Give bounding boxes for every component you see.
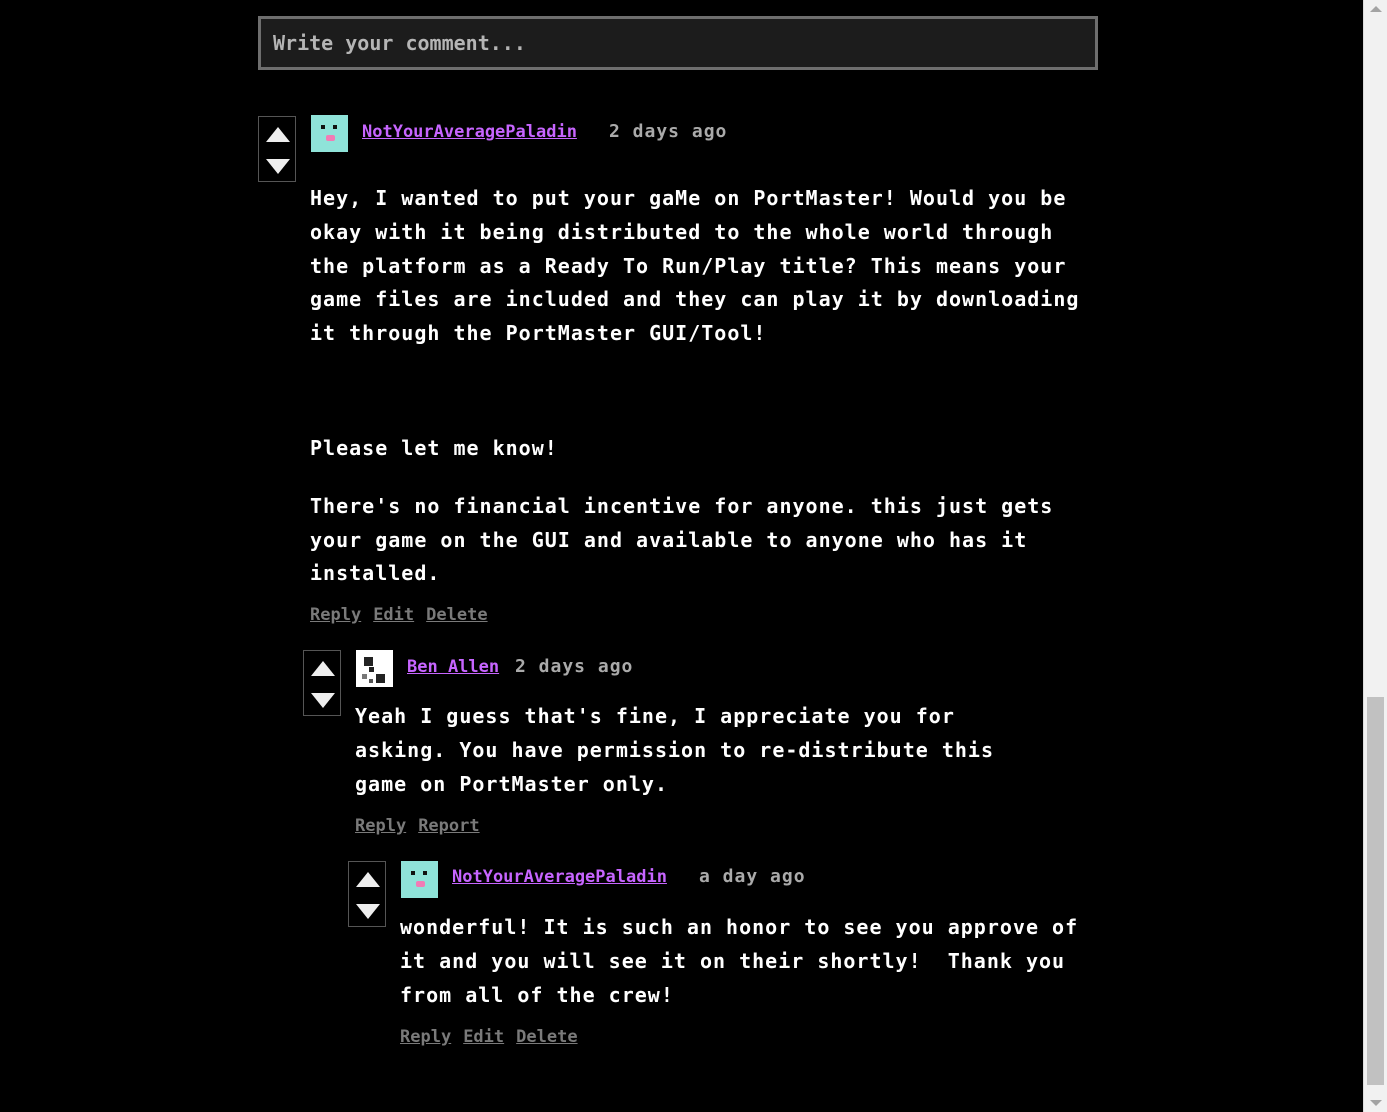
scrollbar[interactable] — [1363, 0, 1387, 1112]
vote-box — [258, 116, 296, 182]
comment-paragraph: There's no financial incentive for anyon… — [310, 493, 1067, 586]
scrollbar-thumb[interactable] — [1367, 697, 1384, 1085]
comment-timestamp: a day ago — [699, 866, 806, 887]
comment-paragraph: Please let me know! — [310, 435, 558, 460]
upvote-icon[interactable] — [311, 661, 335, 676]
reply-link[interactable]: Reply — [355, 816, 406, 836]
comment-paragraph: Yeah I guess that's fine, I appreciate y… — [355, 704, 1008, 796]
edit-link[interactable]: Edit — [373, 605, 414, 625]
comment-author-link[interactable]: NotYourAveragePaladin — [362, 122, 577, 142]
comment-timestamp: 2 days ago — [515, 656, 634, 677]
comment-actions: Reply Report — [355, 816, 492, 836]
comment-input[interactable] — [258, 16, 1098, 70]
upvote-icon[interactable] — [356, 872, 380, 887]
comment-body: Hey, I wanted to put your gaMe on PortMa… — [310, 182, 1102, 591]
report-link[interactable]: Report — [418, 816, 479, 836]
downvote-icon[interactable] — [266, 159, 290, 174]
delete-link[interactable]: Delete — [516, 1027, 577, 1047]
delete-link[interactable]: Delete — [426, 605, 487, 625]
comment-body: wonderful! It is such an honor to see yo… — [400, 911, 1102, 1012]
upvote-icon[interactable] — [266, 127, 290, 142]
page: NotYourAveragePaladin 2 days ago Hey, I … — [0, 0, 1363, 1112]
comment-author-link[interactable]: NotYourAveragePaladin — [452, 867, 667, 887]
avatar[interactable] — [401, 861, 438, 898]
avatar[interactable] — [311, 115, 348, 152]
avatar[interactable] — [356, 650, 393, 687]
vote-box — [348, 861, 386, 927]
edit-link[interactable]: Edit — [463, 1027, 504, 1047]
comment-paragraph: Hey, I wanted to put your gaMe on PortMa… — [310, 186, 1093, 346]
reply-link[interactable]: Reply — [310, 605, 361, 625]
comment-actions: Reply Edit Delete — [310, 605, 500, 625]
comment-timestamp: 2 days ago — [609, 121, 728, 142]
scroll-down-icon[interactable] — [1370, 1100, 1382, 1106]
reply-link[interactable]: Reply — [400, 1027, 451, 1047]
vote-box — [303, 650, 341, 716]
downvote-icon[interactable] — [311, 693, 335, 708]
comment-body: Yeah I guess that's fine, I appreciate y… — [355, 700, 1055, 801]
downvote-icon[interactable] — [356, 904, 380, 919]
comment-author-link[interactable]: Ben Allen — [407, 657, 499, 677]
scroll-up-icon[interactable] — [1370, 6, 1382, 12]
comment-paragraph: wonderful! It is such an honor to see yo… — [400, 915, 1092, 1007]
comment-actions: Reply Edit Delete — [400, 1027, 590, 1047]
